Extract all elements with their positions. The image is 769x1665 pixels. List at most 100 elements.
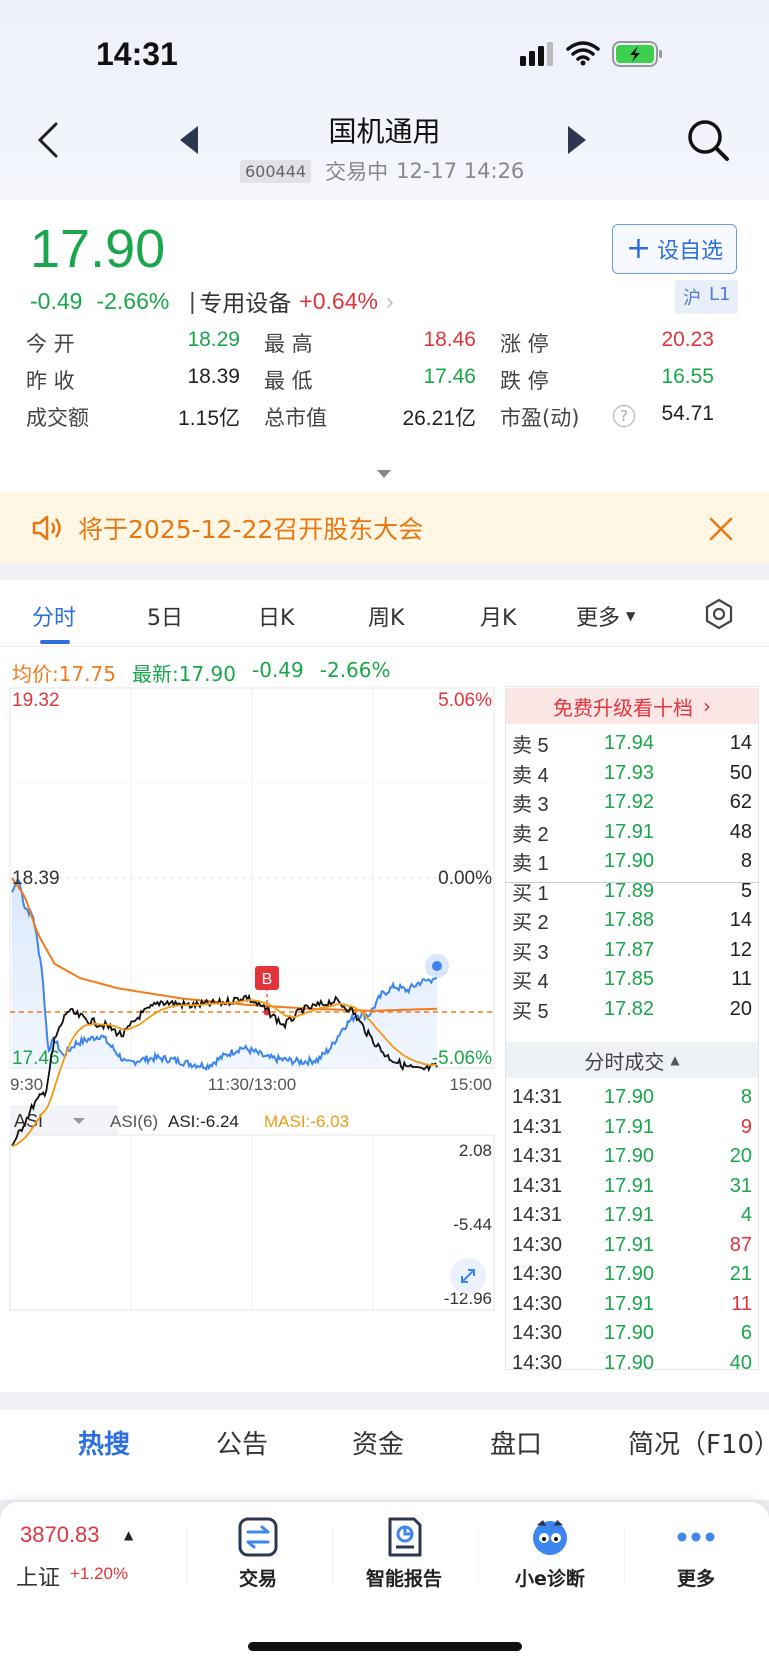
- stock-code: 600444: [240, 159, 312, 183]
- notice-text: 将于2025-12-22召开股东大会: [78, 515, 424, 544]
- stat-value: 18.39: [187, 365, 240, 388]
- signal-icon: [520, 42, 554, 70]
- stat-label: 市盈(动): [500, 406, 580, 430]
- stat-value: 16.55: [661, 365, 714, 388]
- stat-label: 今 开: [26, 332, 75, 356]
- bottom-toolbar: 3870.83 ▲ 上证 +1.20% 交易 智能报告 小e诊断 更多: [0, 1502, 769, 1665]
- swap-icon: [237, 1516, 279, 1558]
- x-mid-label: 11:30/13:00: [208, 1075, 297, 1094]
- trade-label: 交易: [238, 1568, 277, 1590]
- stat-label: 成交额: [26, 406, 89, 430]
- stat-value: 17.46: [423, 365, 476, 388]
- intraday-chart[interactable]: B 19.32 18.39 17.46 5.06% 0.00% -5.06% 9…: [0, 580, 500, 1360]
- stat-label: 最 高: [264, 332, 313, 356]
- more-dots-icon: [675, 1516, 717, 1558]
- y-mid-label: 18.39: [12, 868, 60, 889]
- pct-bottom-label: -5.06%: [432, 1048, 492, 1069]
- x-start-label: 9:30: [10, 1075, 43, 1094]
- tab-f10[interactable]: 简况（F10）: [628, 1424, 769, 1461]
- index-change: +1.20%: [70, 1564, 129, 1583]
- market-tag: 沪 L1: [675, 280, 739, 314]
- mascot-icon: [529, 1516, 571, 1558]
- stat-value: 1.15亿: [178, 407, 240, 430]
- more-button[interactable]: 更多: [636, 1516, 756, 1591]
- speaker-icon: [32, 514, 62, 546]
- y-top-label: 19.32: [12, 690, 60, 711]
- pct-mid-label: 0.00%: [438, 868, 492, 889]
- stat-label: 跌 停: [500, 369, 549, 393]
- chevron-right-icon: ›: [385, 287, 394, 314]
- sector-name: 专用设备: [199, 291, 292, 317]
- stat-label: 最 低: [264, 369, 313, 393]
- stat-label: 昨 收: [26, 369, 75, 393]
- wifi-icon: [566, 40, 600, 70]
- quote-datetime: 12-17 14:26: [396, 159, 525, 183]
- index-name: 上证: [16, 1566, 61, 1591]
- top-bar: 14:31 国机通用 600444 交易中 12-17 14:26: [0, 0, 769, 200]
- stock-name: 国机通用: [328, 115, 441, 148]
- stat-value: 26.21亿: [402, 407, 476, 430]
- caret-down-icon: ▼: [626, 609, 636, 623]
- stat-label: 涨 停: [500, 332, 549, 356]
- trade-button[interactable]: 交易: [198, 1516, 318, 1591]
- asi-param: ASI(6): [110, 1112, 158, 1131]
- tab-handicap[interactable]: 盘口: [490, 1424, 542, 1461]
- expand-arrow-icon[interactable]: [377, 470, 391, 478]
- stat-label: 总市值: [264, 406, 327, 430]
- x-end-label: 15:00: [449, 1075, 492, 1094]
- price-change-pct: -2.66%: [96, 287, 170, 314]
- asi-value: ASI:-6.24: [168, 1112, 239, 1131]
- e-diagnosis-label: 小e诊断: [515, 1568, 585, 1590]
- tab-more-label: 更多: [576, 606, 621, 631]
- stat-value: 18.46: [423, 328, 476, 351]
- smart-report-label: 智能报告: [365, 1568, 442, 1590]
- report-icon: [383, 1516, 425, 1558]
- divider: [478, 1528, 479, 1584]
- divider: [186, 1528, 187, 1584]
- stock-subtitle: 600444 交易中 12-17 14:26: [240, 156, 524, 186]
- tab-more[interactable]: 更多 ▼: [576, 600, 635, 632]
- notice-banner[interactable]: 将于2025-12-22召开股东大会: [0, 492, 769, 564]
- battery-icon: [612, 40, 664, 72]
- info-tabs: 热搜 公告 资金 盘口 简况（F10）: [0, 1410, 769, 1500]
- close-icon[interactable]: [708, 506, 734, 550]
- level-tag: L1: [709, 284, 731, 305]
- trade-status: 交易中: [325, 160, 389, 184]
- pct-top-label: 5.06%: [438, 690, 492, 711]
- quote-panel: 17.90 + 设自选 -0.49 -2.66% | 专用设备 +0.64% ›…: [0, 200, 769, 492]
- asi-y-top: 2.08: [459, 1141, 492, 1160]
- divider: [332, 1528, 333, 1584]
- tab-announcements[interactable]: 公告: [216, 1424, 268, 1461]
- fullscreen-icon[interactable]: [450, 1258, 486, 1294]
- stat-value: 18.29: [187, 328, 240, 351]
- more-label: 更多: [676, 1568, 715, 1590]
- home-indicator[interactable]: [248, 1642, 522, 1651]
- status-time: 14:31: [96, 36, 178, 72]
- tab-funds[interactable]: 资金: [352, 1424, 404, 1461]
- add-watchlist-button[interactable]: + 设自选: [612, 224, 737, 274]
- exchange-tag: 沪: [683, 288, 701, 309]
- asi-y-mid: -5.44: [453, 1215, 492, 1234]
- stat-value: 20.23: [661, 328, 714, 351]
- divider: [624, 1528, 625, 1584]
- help-icon[interactable]: ?: [613, 405, 635, 427]
- e-diagnosis-button[interactable]: 小e诊断: [490, 1516, 610, 1591]
- index-widget[interactable]: 3870.83 ▲ 上证 +1.20%: [0, 1502, 180, 1612]
- orderbook-frame: [505, 686, 759, 1370]
- last-price: 17.90: [30, 219, 166, 279]
- current-point: [432, 961, 442, 971]
- buy-marker-label: B: [262, 971, 273, 988]
- tab-hot-search[interactable]: 热搜: [78, 1424, 130, 1461]
- watchlist-label: 设自选: [657, 239, 724, 264]
- smart-report-button[interactable]: 智能报告: [344, 1516, 464, 1591]
- index-value: 3870.83: [20, 1522, 100, 1547]
- price-change: -0.49: [30, 287, 83, 314]
- divider: |: [189, 287, 196, 314]
- caret-up-icon: ▲: [124, 1528, 134, 1542]
- plus-icon: +: [625, 231, 652, 266]
- chart-settings-icon[interactable]: [704, 598, 734, 634]
- sector-link[interactable]: 专用设备 +0.64% ›: [199, 284, 393, 318]
- chart-panel: 分时 5日 日K 周K 月K 更多 ▼ 均价:17.75 最新:17.90 -0…: [0, 580, 769, 1392]
- sector-change: +0.64%: [299, 287, 378, 314]
- masi-value: MASI:-6.03: [264, 1112, 349, 1131]
